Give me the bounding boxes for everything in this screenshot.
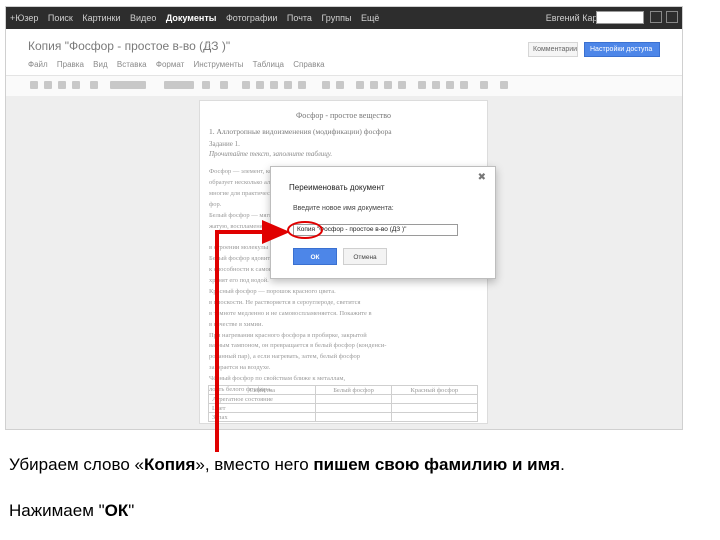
caption-text: Нажимаем ": [9, 501, 105, 520]
instruction-line-2: Нажимаем "ОК": [9, 501, 134, 521]
caption-text: ": [128, 501, 135, 520]
caption-text: Убираем слово «: [9, 455, 144, 474]
caption-bold: ОК: [104, 501, 129, 520]
caption-text: .: [560, 455, 565, 474]
caption-bold: Копия: [143, 455, 196, 474]
instruction-line-1: Убираем слово «Копия», вместо него пишем…: [9, 455, 565, 475]
caption-text: », вместо него: [195, 455, 314, 474]
caption-bold: пишем свою фамилию и имя: [313, 455, 561, 474]
